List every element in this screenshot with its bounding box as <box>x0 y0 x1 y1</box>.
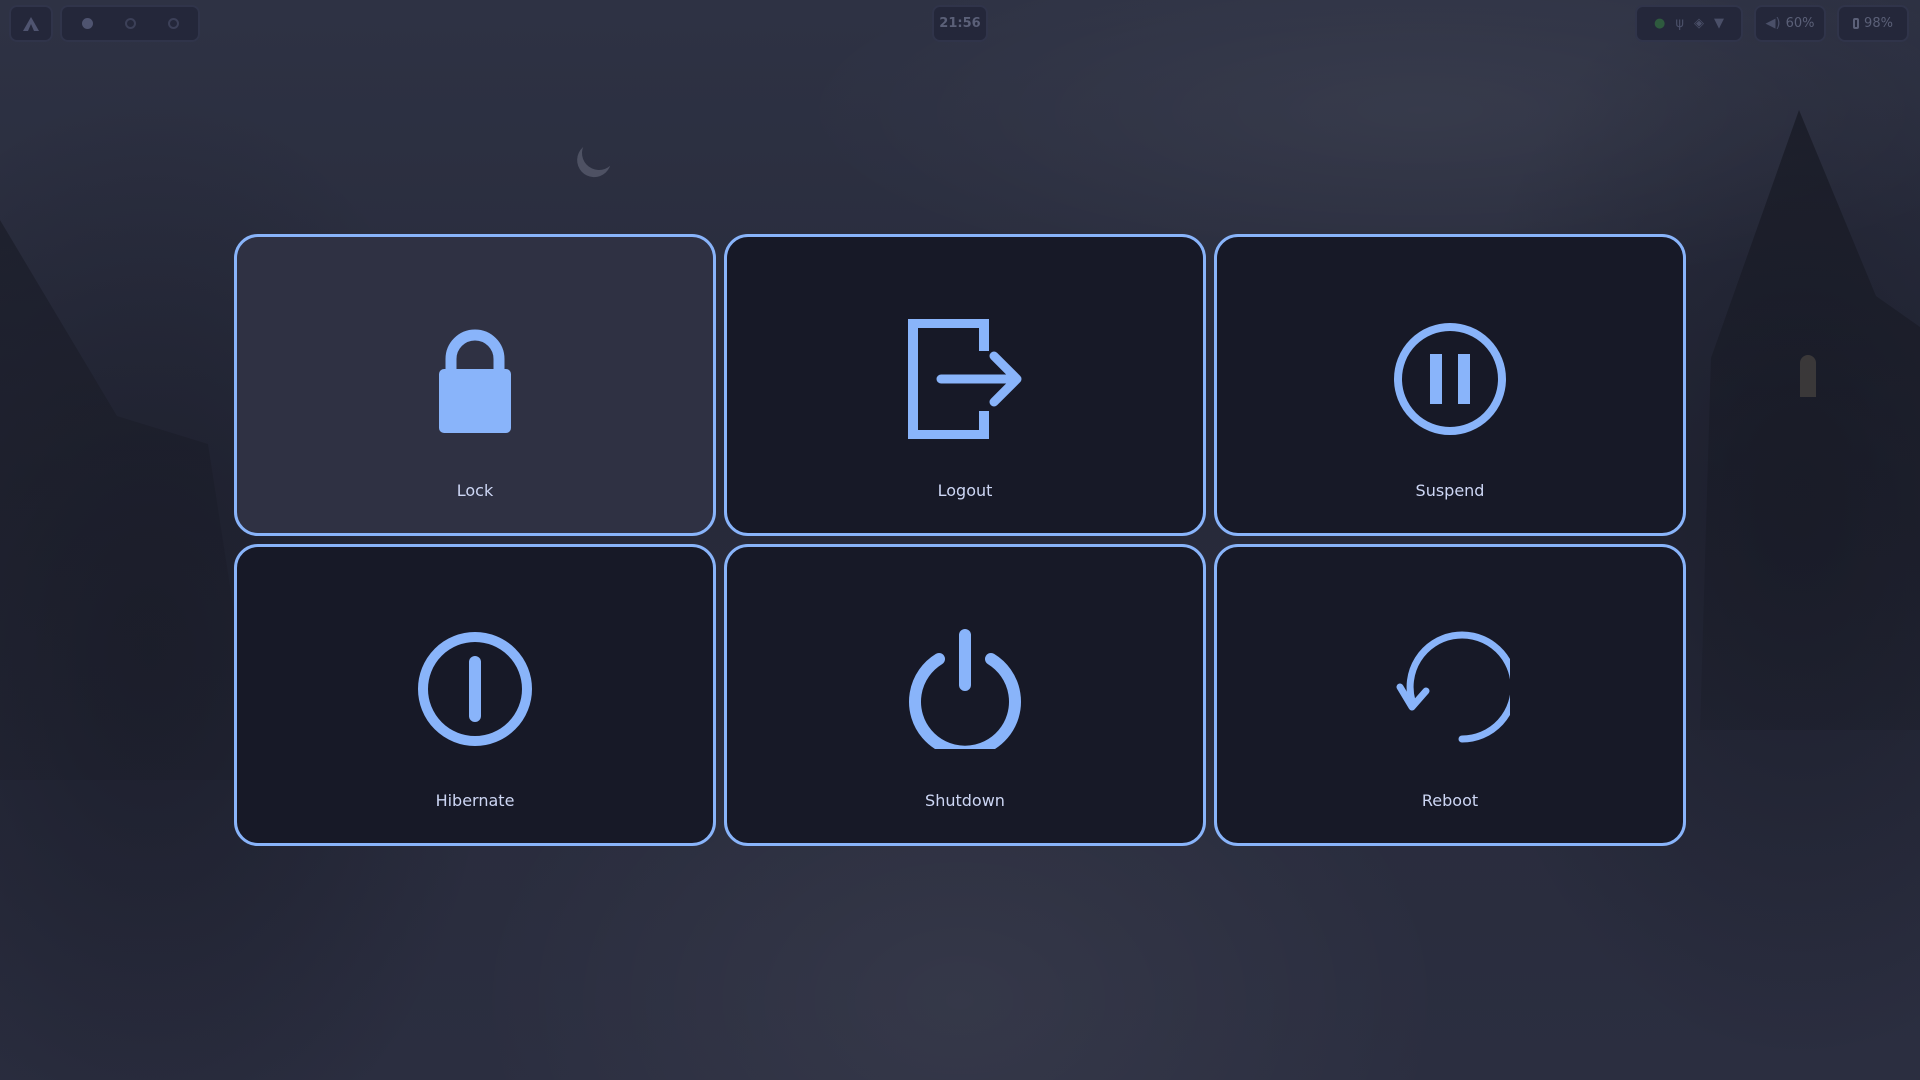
wifi-icon[interactable]: ▼ <box>1714 16 1724 31</box>
discord-icon[interactable]: ◈ <box>1694 16 1704 31</box>
battery-icon <box>1853 18 1860 29</box>
logout-label: Logout <box>937 481 993 500</box>
suspend-button[interactable]: Suspend <box>1214 234 1686 536</box>
hibernate-icon <box>418 632 532 746</box>
workspace-2-dot[interactable] <box>124 18 136 29</box>
wallpaper-house-right <box>1700 110 1920 730</box>
lock-label: Lock <box>456 481 494 500</box>
volume-value: 60% <box>1785 16 1815 31</box>
volume-indicator[interactable]: ◀) 60% <box>1754 5 1826 42</box>
wallpaper-lit-window <box>1800 355 1816 397</box>
logout-button[interactable]: Logout <box>724 234 1206 536</box>
workspace-switcher <box>60 5 200 42</box>
shutdown-button[interactable]: Shutdown <box>724 544 1206 846</box>
suspend-icon <box>1394 323 1506 435</box>
reboot-label: Reboot <box>1421 791 1479 810</box>
power-icon <box>909 629 1021 749</box>
wallpaper-moon <box>577 131 621 175</box>
system-tray: ● ψ ◈ ▼ <box>1635 5 1743 42</box>
shutdown-label: Shutdown <box>925 791 1005 810</box>
lock-icon <box>439 329 511 433</box>
hibernate-label: Hibernate <box>435 791 515 810</box>
clock-time: 21:56 <box>939 16 981 31</box>
speaker-icon: ◀) <box>1765 16 1781 31</box>
power-menu: Lock Logout Suspend Hibernate Shutdown R… <box>234 234 1686 846</box>
lock-button[interactable]: Lock <box>234 234 716 536</box>
reboot-button[interactable]: Reboot <box>1214 544 1686 846</box>
launcher-button[interactable] <box>9 5 53 42</box>
workspace-3-dot[interactable] <box>167 18 179 29</box>
clock[interactable]: 21:56 <box>932 5 988 42</box>
workspace-1-dot[interactable] <box>81 18 93 29</box>
arch-logo-icon <box>23 16 39 31</box>
logout-icon <box>908 319 1022 439</box>
usb-icon[interactable]: ψ <box>1675 16 1684 31</box>
battery-value: 98% <box>1864 16 1893 31</box>
wallpaper-house-left <box>0 220 260 780</box>
spotify-icon[interactable]: ● <box>1654 16 1665 31</box>
top-bar: 21:56 ● ψ ◈ ▼ ◀) 60% 98% <box>0 0 1920 48</box>
hibernate-button[interactable]: Hibernate <box>234 544 716 846</box>
battery-indicator[interactable]: 98% <box>1837 5 1909 42</box>
suspend-label: Suspend <box>1415 481 1485 500</box>
reboot-icon <box>1396 631 1510 743</box>
